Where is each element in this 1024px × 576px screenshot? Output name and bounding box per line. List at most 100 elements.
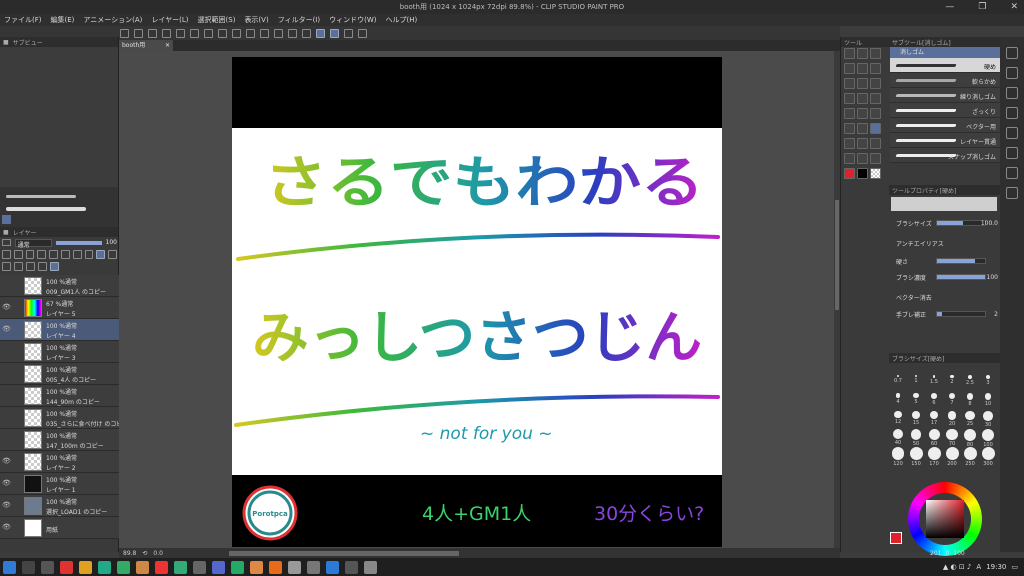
select-tool-icon[interactable]	[857, 63, 868, 74]
brush-item[interactable]: ざっくり	[890, 103, 1000, 118]
eraser-tool-icon[interactable]	[870, 123, 881, 134]
pen-icon[interactable]	[2, 215, 11, 224]
brush-item[interactable]: スナップ消しゴム	[890, 148, 1000, 163]
move-tool-icon[interactable]	[844, 63, 855, 74]
eye-icon[interactable]: 👁	[2, 458, 11, 465]
density-prop[interactable]: ブラシ濃度 100	[890, 271, 1000, 283]
brush-size-prop[interactable]: ブラシサイズ 100.0	[890, 217, 1000, 229]
horizontal-scroll-thumb[interactable]	[228, 550, 459, 556]
brush-size-cell[interactable]: 30	[979, 409, 997, 428]
sync-icon[interactable]	[50, 261, 59, 271]
app-icon[interactable]	[174, 560, 187, 574]
opacity-slider[interactable]	[56, 240, 102, 245]
settings-icon[interactable]	[358, 28, 367, 38]
layer-tab[interactable]: ■ レイヤー	[0, 227, 118, 237]
close-tab-icon[interactable]: ✕	[165, 40, 170, 51]
pen-tool-icon[interactable]	[844, 93, 855, 104]
timeline-icon[interactable]	[1006, 127, 1018, 139]
brush-item[interactable]: レイヤー貫通	[890, 133, 1000, 148]
brush-size-cell[interactable]: 100	[979, 427, 997, 448]
brush-item[interactable]: 軟らかめ	[890, 73, 1000, 88]
clip-icon[interactable]	[72, 249, 82, 259]
mask-layer-icon[interactable]	[60, 249, 70, 259]
delete-layer-icon[interactable]	[108, 249, 117, 259]
vector-erase-prop[interactable]: ベクター消去	[890, 291, 1000, 303]
brush-size-cell[interactable]: 10	[979, 391, 997, 409]
minimize-button[interactable]: —	[945, 2, 954, 12]
transparent-swatch[interactable]	[870, 168, 881, 179]
color-square[interactable]	[926, 500, 964, 538]
menu-file[interactable]: ファイル(F)	[4, 15, 42, 25]
tool-tab[interactable]: ツール	[841, 37, 889, 47]
layer-row[interactable]: 👁 100 %通常 選択_LOAD1 のコピー	[0, 495, 119, 517]
brush-size-cell[interactable]: 17	[925, 409, 943, 427]
copy-layer-icon[interactable]	[37, 249, 47, 259]
wand-tool-icon[interactable]	[870, 63, 881, 74]
search-icon[interactable]	[1006, 147, 1018, 159]
merge-icon[interactable]	[49, 249, 58, 259]
brush-size-cell[interactable]: 1	[907, 373, 925, 391]
brush-size-cell[interactable]: 80	[961, 427, 979, 448]
export-icon[interactable]	[162, 28, 171, 38]
brush-item[interactable]: 硬め	[890, 58, 1000, 73]
draft-icon[interactable]	[14, 261, 23, 271]
brush-size-cell[interactable]: 70	[943, 427, 961, 447]
zoom-value[interactable]: 89.8	[123, 550, 136, 557]
brush-item[interactable]: 練り消しゴム	[890, 88, 1000, 103]
search-icon[interactable]	[22, 560, 35, 574]
app-icon[interactable]	[307, 560, 320, 574]
brush-size-cell[interactable]: 3	[979, 373, 997, 391]
layer-row[interactable]: 100 %通常 144_90m のコピー	[0, 385, 119, 407]
brush-size-cell[interactable]: 1.5	[925, 373, 943, 391]
layer-row[interactable]: 100 %通常 009_GM1人 のコピー	[0, 275, 119, 297]
start-icon[interactable]	[3, 560, 16, 574]
zoom-tool-icon[interactable]	[844, 48, 855, 59]
subview-tab[interactable]: ■ サブビュー	[0, 37, 118, 47]
app-icon[interactable]	[231, 560, 244, 574]
reference-icon[interactable]	[96, 249, 106, 259]
gradient-tool-icon[interactable]	[857, 123, 868, 134]
brush-size-tab[interactable]: ブラシサイズ[硬め]	[889, 353, 1001, 363]
mask-icon[interactable]	[288, 28, 297, 38]
main-color-chip[interactable]	[890, 532, 902, 544]
balloon-tool-icon[interactable]	[857, 153, 868, 164]
menu-filter[interactable]: フィルター(I)	[278, 15, 320, 25]
layer-property-icon[interactable]	[1006, 87, 1018, 99]
main-color-swatch[interactable]	[844, 168, 855, 179]
snap-grid-icon[interactable]	[330, 28, 339, 38]
input-language[interactable]: A	[976, 563, 981, 571]
clip-studio-icon[interactable]	[269, 560, 282, 574]
navigator-icon[interactable]	[1006, 47, 1018, 59]
layer-row[interactable]: 100 %通常 005_4人 のコピー	[0, 363, 119, 385]
hardness-prop[interactable]: 硬さ	[890, 255, 1000, 267]
layer-color-icon[interactable]	[2, 261, 11, 271]
notification-icon[interactable]: ▭	[1011, 563, 1018, 571]
brush-size-cell[interactable]: 150	[907, 445, 925, 467]
antialias-prop[interactable]: アンチエイリアス	[890, 237, 1000, 249]
invert-icon[interactable]	[260, 28, 269, 38]
eye-icon[interactable]	[2, 282, 10, 288]
brush-size-cell[interactable]: 4	[889, 391, 907, 409]
rotate-icon[interactable]: ⟲	[142, 550, 147, 557]
pencil-tool-icon[interactable]	[857, 93, 868, 104]
save-icon[interactable]	[148, 28, 157, 38]
menu-edit[interactable]: 編集(E)	[51, 15, 75, 25]
brush-size-cell[interactable]: 2	[943, 373, 961, 391]
tray-icons[interactable]: ▲ ◐ ⊡ ♪	[943, 563, 972, 571]
layer-row[interactable]: 👁 100 %通常 レイヤー 1	[0, 473, 119, 495]
fill-tool-icon[interactable]	[844, 123, 855, 134]
eye-icon[interactable]: 👁	[2, 480, 11, 487]
new-layer-icon[interactable]	[2, 249, 11, 259]
brush-size-cell[interactable]: 200	[943, 445, 961, 467]
hand-tool-icon[interactable]	[857, 48, 868, 59]
brush-size-cell[interactable]: 5	[907, 391, 925, 409]
brush-size-cell[interactable]: 250	[961, 445, 979, 467]
history-icon[interactable]	[1006, 107, 1018, 119]
app-icon[interactable]	[155, 560, 168, 574]
blend-tool-icon[interactable]	[870, 108, 881, 119]
eye-icon[interactable]	[2, 436, 10, 442]
task-view-icon[interactable]	[41, 560, 54, 574]
angle-value[interactable]: 0.0	[153, 550, 163, 557]
eyedropper-tool-icon[interactable]	[844, 78, 855, 89]
brush-size-cell[interactable]: 6	[925, 391, 943, 409]
